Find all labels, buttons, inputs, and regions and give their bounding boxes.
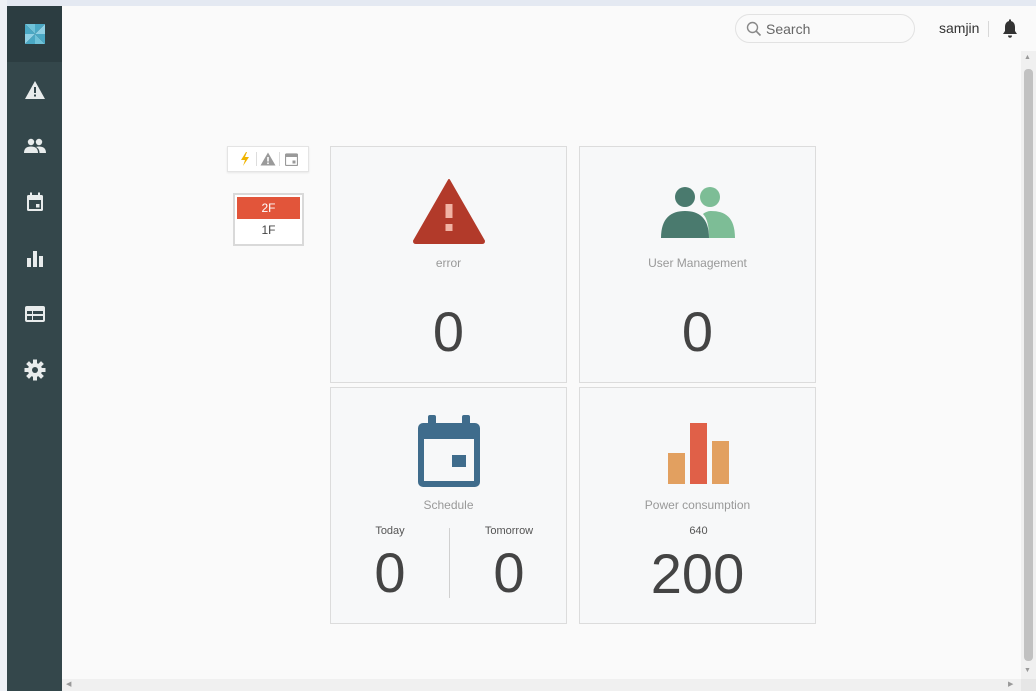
power-consumption-card[interactable]: Power consumption 640 200 (579, 387, 816, 624)
panel-icon (24, 306, 45, 322)
warning-icon (331, 178, 566, 244)
warning-icon (24, 81, 45, 99)
floor-1f[interactable]: 1F (237, 219, 300, 241)
filter-alert[interactable] (257, 147, 279, 171)
scroll-right-icon[interactable]: ▶ (1008, 680, 1013, 688)
username[interactable]: samjin (939, 20, 979, 36)
people-icon (23, 138, 46, 153)
pinwheel-logo[interactable] (7, 6, 62, 62)
tomorrow-label: Tomorrow (484, 525, 534, 537)
error-label: error (435, 256, 462, 270)
search-box[interactable] (735, 14, 915, 43)
search-icon (746, 21, 762, 37)
header-divider (988, 21, 989, 37)
today-count: 0 (374, 541, 406, 604)
sidebar-item-settings[interactable] (7, 350, 62, 390)
power-consumption-label: Power consumption (644, 498, 751, 512)
filter-bar (227, 146, 309, 172)
scrollbar-thumb[interactable] (1024, 69, 1033, 661)
filter-schedule[interactable] (280, 147, 302, 171)
scroll-up-icon[interactable]: ▲ (1024, 54, 1031, 61)
warning-icon (260, 152, 276, 166)
schedule-label: Schedule (423, 498, 474, 512)
sidebar (7, 6, 62, 691)
error-count: 0 (432, 300, 465, 363)
schedule-card[interactable]: Schedule Today Tomorrow 0 0 (330, 387, 567, 624)
scrollbar-corner (1021, 679, 1036, 691)
main-content: samjin (62, 6, 1036, 691)
floor-2f[interactable]: 2F (237, 197, 300, 219)
search-input[interactable] (766, 18, 906, 39)
power-value: 200 (650, 542, 745, 605)
bar-chart-icon (580, 421, 815, 485)
tomorrow-count: 0 (493, 541, 525, 604)
calendar-icon (331, 415, 566, 489)
power-sub-value: 640 (689, 525, 708, 537)
sidebar-item-dashboard[interactable] (7, 294, 62, 334)
calendar-icon (284, 153, 298, 166)
scroll-left-icon[interactable]: ◀ (66, 680, 71, 688)
today-label: Today (375, 525, 405, 537)
filter-power[interactable] (234, 147, 256, 171)
vertical-scrollbar[interactable]: ▲ ▼ (1021, 51, 1036, 679)
sidebar-item-schedule[interactable] (7, 182, 62, 222)
scroll-down-icon[interactable]: ▼ (1024, 667, 1031, 674)
people-icon (580, 186, 815, 238)
sidebar-item-alert[interactable] (7, 70, 62, 110)
user-management-card[interactable]: User Management 0 (579, 146, 816, 383)
calendar-icon (26, 192, 43, 211)
horizontal-scrollbar[interactable]: ◀ ▶ (62, 679, 1021, 691)
sidebar-item-users[interactable] (7, 126, 62, 166)
gear-icon (24, 359, 45, 381)
bar-chart-icon (26, 251, 43, 267)
error-card[interactable]: error 0 (330, 146, 567, 383)
window-left-border (0, 0, 7, 691)
floor-selector: 2F 1F (233, 193, 304, 246)
sidebar-item-statistics[interactable] (7, 238, 62, 278)
bell-icon[interactable] (1001, 19, 1019, 44)
user-management-label: User Management (648, 256, 747, 270)
user-count: 0 (681, 300, 714, 363)
lightning-icon (241, 152, 249, 166)
